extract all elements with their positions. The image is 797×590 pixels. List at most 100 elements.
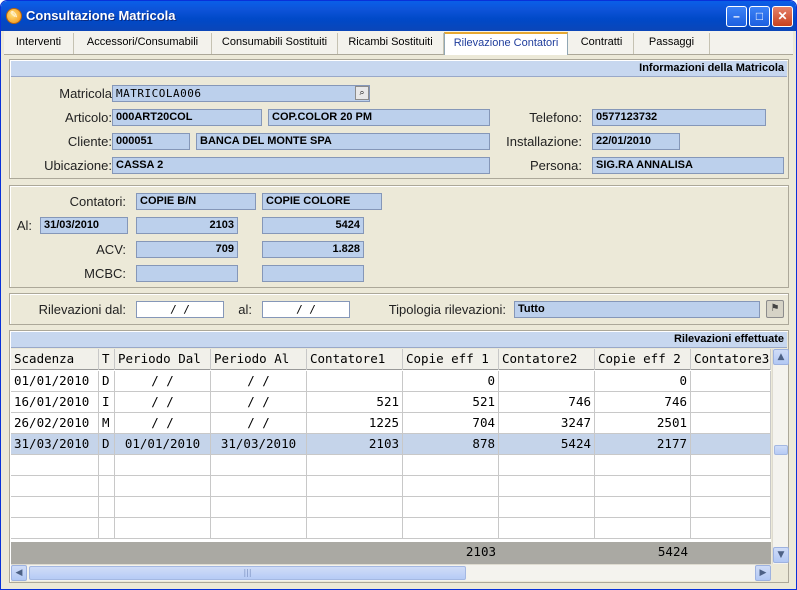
- cell-contatore2: [499, 371, 595, 392]
- lookup-icon[interactable]: ⌕: [355, 86, 369, 100]
- application-window: ✎ Consultazione Matricola – □ ✕ Interven…: [0, 0, 797, 590]
- cliente-code-field[interactable]: 000051: [112, 133, 190, 150]
- tab-contratti[interactable]: Contratti: [570, 33, 634, 54]
- scroll-right-icon[interactable]: ▶: [755, 565, 771, 581]
- cell-contatore2: 746: [499, 392, 595, 413]
- mcbc-label: MCBC:: [84, 266, 126, 281]
- cell-scadenza: 26/02/2010: [11, 413, 99, 434]
- tab-rilevazione-contatori[interactable]: Rilevazione Contatori: [444, 32, 568, 55]
- persona-label: Persona:: [529, 158, 582, 173]
- acv-label: ACV:: [96, 242, 126, 257]
- column-header-contatore2[interactable]: Contatore2: [499, 349, 595, 370]
- rilevazioni-dal-label: Rilevazioni dal:: [38, 302, 126, 317]
- cell-periodo-dal: / /: [115, 413, 211, 434]
- table-row[interactable]: 16/01/2010 I / / / / 521 521 746 746: [11, 392, 771, 413]
- column-header-contatore3[interactable]: Contatore3: [691, 349, 771, 370]
- rilevazioni-al-input[interactable]: / /: [262, 301, 350, 318]
- scroll-down-icon[interactable]: ▼: [773, 547, 789, 563]
- cell-t: M: [99, 413, 115, 434]
- total-copie-eff-1: 2103: [465, 544, 496, 559]
- column-header-copie-eff-1[interactable]: Copie eff 1: [403, 349, 499, 370]
- column-header-scadenza[interactable]: Scadenza: [11, 349, 99, 370]
- info-panel-header: Informazioni della Matricola: [11, 61, 787, 77]
- app-icon: ✎: [6, 8, 22, 24]
- empty-row[interactable]: [11, 476, 771, 497]
- column-header-t[interactable]: T: [99, 349, 115, 370]
- persona-field[interactable]: SIG.RA ANNALISA: [592, 157, 784, 174]
- filter-panel: Rilevazioni dal: / / al: / / Tipologia r…: [9, 293, 789, 325]
- column-header-copie-eff-2[interactable]: Copie eff 2: [595, 349, 691, 370]
- scroll-left-icon[interactable]: ◀: [11, 565, 27, 581]
- cell-contatore1: [307, 371, 403, 392]
- minimize-button[interactable]: –: [726, 6, 747, 27]
- tipologia-label: Tipologia rilevazioni:: [388, 302, 506, 317]
- horizontal-scroll-thumb[interactable]: |||: [29, 566, 466, 580]
- articolo-code-field[interactable]: 000ART20COL: [112, 109, 262, 126]
- cell-copie-eff-2: 0: [595, 371, 691, 392]
- column-header-periodo-dal[interactable]: Periodo Dal: [115, 349, 211, 370]
- vertical-scroll-thumb[interactable]: [774, 445, 788, 455]
- tab-interventi[interactable]: Interventi: [4, 33, 74, 54]
- empty-row[interactable]: [11, 497, 771, 518]
- cell-copie-eff-1: 521: [403, 392, 499, 413]
- maximize-button[interactable]: □: [749, 6, 770, 27]
- table-row[interactable]: 01/01/2010 D / / / / 0 0: [11, 371, 771, 392]
- tab-accessori-consumabili[interactable]: Accessori/Consumabili: [74, 33, 212, 54]
- rilevazioni-dal-input[interactable]: / /: [136, 301, 224, 318]
- window-title: Consultazione Matricola: [26, 8, 176, 23]
- cell-copie-eff-1: 0: [403, 371, 499, 392]
- info-panel: Informazioni della Matricola Matricola M…: [9, 59, 789, 179]
- cell-periodo-al: 31/03/2010: [211, 434, 307, 455]
- empty-row[interactable]: [11, 455, 771, 476]
- telefono-field[interactable]: 0577123732: [592, 109, 766, 126]
- tab-ricambi-sostituiti[interactable]: Ricambi Sostituiti: [338, 33, 444, 54]
- cell-scadenza: 31/03/2010: [11, 434, 99, 455]
- column-header-periodo-al[interactable]: Periodo Al: [211, 349, 307, 370]
- tipologia-field[interactable]: Tutto: [514, 301, 760, 318]
- rilevazioni-grid[interactable]: Scadenza T Periodo Dal Periodo Al Contat…: [11, 349, 771, 564]
- empty-row[interactable]: [11, 518, 771, 539]
- cell-t: I: [99, 392, 115, 413]
- contatori-panel: Contatori: COPIE B/N COPIE COLORE Al: 31…: [9, 185, 789, 288]
- filter-icon[interactable]: ⚑: [766, 300, 784, 318]
- al-date-field[interactable]: 31/03/2010: [40, 217, 128, 234]
- cliente-name-field[interactable]: BANCA DEL MONTE SPA: [196, 133, 490, 150]
- table-row-selected[interactable]: 31/03/2010 D 01/01/2010 31/03/2010 2103 …: [11, 434, 771, 455]
- copie-bn-header: COPIE B/N: [136, 193, 256, 210]
- installazione-field[interactable]: 22/01/2010: [592, 133, 680, 150]
- cell-contatore3: [691, 413, 771, 434]
- title-bar[interactable]: ✎ Consultazione Matricola – □ ✕: [1, 1, 796, 31]
- rilevazioni-al-label: al:: [238, 302, 252, 317]
- cell-periodo-dal: 01/01/2010: [115, 434, 211, 455]
- ubicazione-field[interactable]: CASSA 2: [112, 157, 490, 174]
- cell-contatore3: [691, 371, 771, 392]
- articolo-label: Articolo:: [65, 110, 112, 125]
- articolo-desc-field[interactable]: COP.COLOR 20 PM: [268, 109, 490, 126]
- close-button[interactable]: ✕: [772, 6, 793, 27]
- copie-colore-header: COPIE COLORE: [262, 193, 382, 210]
- matricola-field[interactable]: MATRICOLA006: [112, 85, 370, 102]
- tab-passaggi[interactable]: Passaggi: [634, 33, 710, 54]
- cell-copie-eff-1: 704: [403, 413, 499, 434]
- matricola-label: Matricola: [59, 86, 112, 101]
- acv-copie-colore[interactable]: 1.828: [262, 241, 364, 258]
- tab-consumabili-sostituiti[interactable]: Consumabili Sostituiti: [212, 33, 338, 54]
- al-copie-bn[interactable]: 2103: [136, 217, 238, 234]
- vertical-scrollbar[interactable]: ▲ ▼: [772, 349, 789, 564]
- mcbc-copie-colore[interactable]: [262, 265, 364, 282]
- cell-periodo-dal: / /: [115, 392, 211, 413]
- cell-contatore2: 3247: [499, 413, 595, 434]
- al-copie-colore[interactable]: 5424: [262, 217, 364, 234]
- grid-header-row: Scadenza T Periodo Dal Periodo Al Contat…: [11, 349, 771, 370]
- cell-scadenza: 16/01/2010: [11, 392, 99, 413]
- acv-copie-bn[interactable]: 709: [136, 241, 238, 258]
- cell-contatore3: [691, 434, 771, 455]
- horizontal-scrollbar[interactable]: ◀ ||| ▶: [11, 564, 771, 581]
- cliente-label: Cliente:: [67, 134, 112, 149]
- tab-bar: Interventi Accessori/Consumabili Consuma…: [4, 31, 793, 55]
- mcbc-copie-bn[interactable]: [136, 265, 238, 282]
- table-row[interactable]: 26/02/2010 M / / / / 1225 704 3247 2501: [11, 413, 771, 434]
- column-header-contatore1[interactable]: Contatore1: [307, 349, 403, 370]
- cell-copie-eff-2: 746: [595, 392, 691, 413]
- scroll-up-icon[interactable]: ▲: [773, 349, 789, 365]
